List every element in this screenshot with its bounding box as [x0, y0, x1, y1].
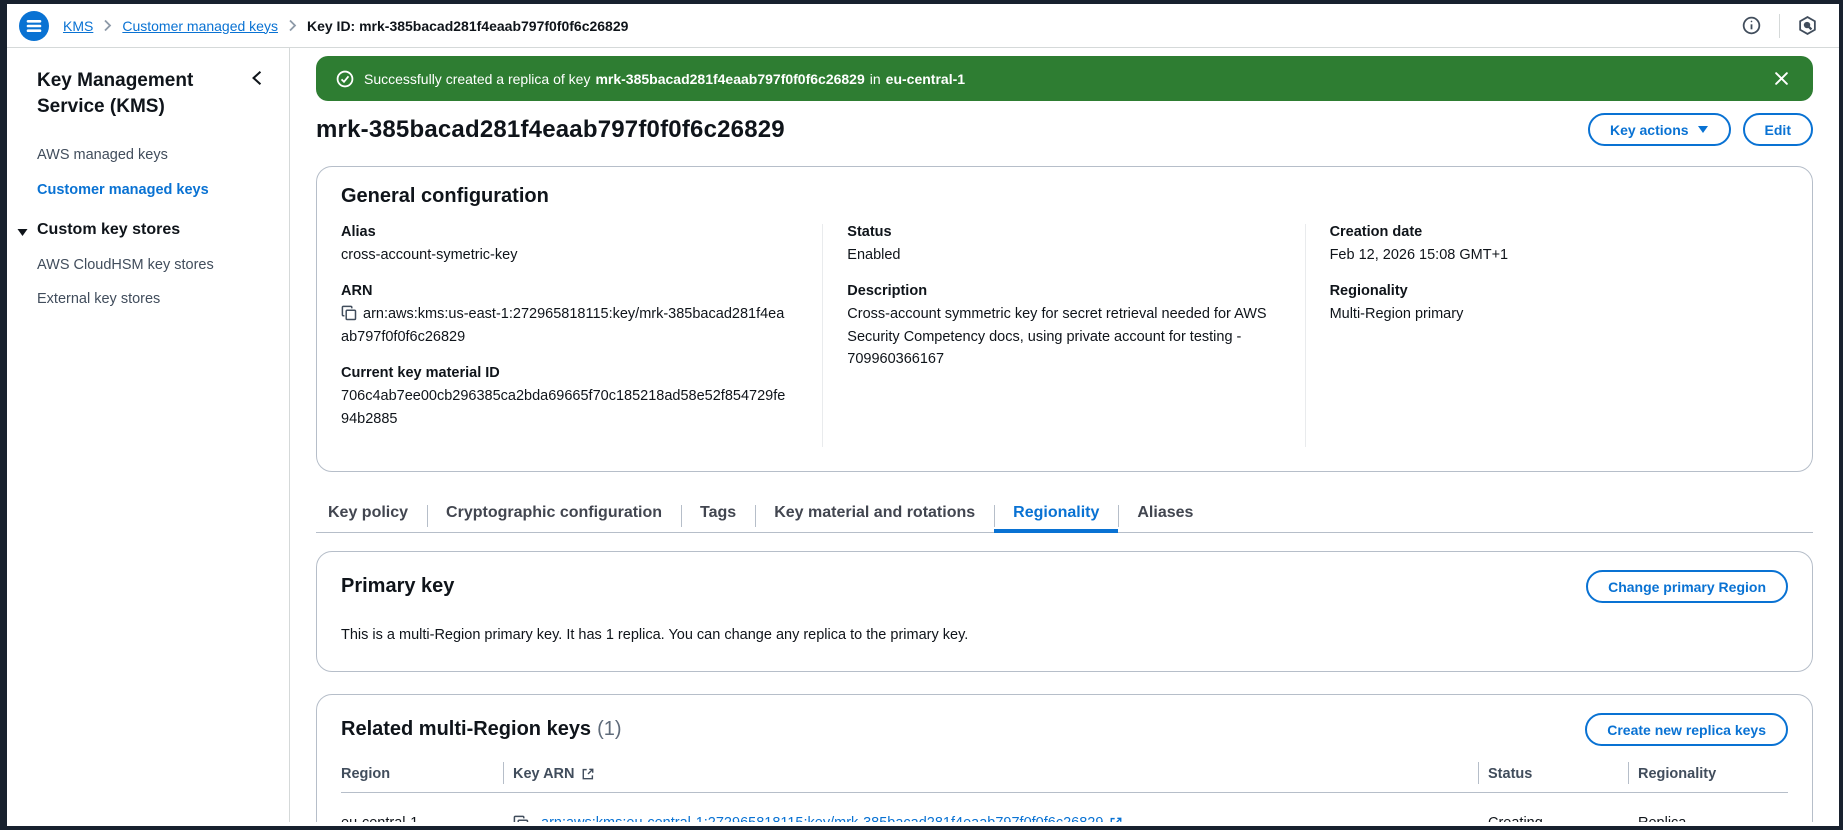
sidebar-item-customer-managed-keys[interactable]: Customer managed keys [37, 182, 265, 199]
tab-key-policy[interactable]: Key policy [316, 496, 427, 533]
regionality-value: Multi-Region primary [1329, 306, 1464, 323]
column-header-key-arn-label: Key ARN [513, 766, 575, 783]
tab-tags[interactable]: Tags [681, 496, 755, 533]
flash-region: eu-central-1 [885, 70, 966, 87]
arn-text: arn:aws:kms:us-east-1:272965818115:key/m… [341, 306, 785, 345]
column-header-status[interactable]: Status [1478, 758, 1628, 794]
column-header-regionality[interactable]: Regionality [1628, 758, 1788, 794]
creation-date-label: Creation date [1329, 224, 1423, 240]
flash-text-middle: in [869, 70, 881, 87]
sidebar-section-custom-key-stores[interactable]: Custom key stores [17, 221, 265, 239]
copy-icon[interactable] [513, 815, 529, 822]
tab-regionality[interactable]: Regionality [994, 496, 1119, 534]
flash-key-id: mrk-385bacad281f4eaab797f0f0f6c26829 [595, 70, 865, 87]
topbar-divider [1779, 13, 1780, 38]
key-material-label: Current key material ID [341, 365, 500, 382]
cell-status: Creating [1478, 793, 1628, 822]
alias-value: cross-account-symetric-key [341, 247, 518, 263]
arn-label: ARN [341, 283, 373, 300]
edit-label: Edit [1764, 121, 1791, 138]
sidebar-title: Key Management Service (KMS) [37, 70, 194, 117]
general-config-column-3: Creation date Feb 12, 2026 15:08 GMT+1 R… [1306, 224, 1788, 447]
column-header-region[interactable]: Region [341, 758, 503, 794]
alias-label: Alias [341, 224, 376, 240]
status-label: Status [847, 224, 892, 240]
cell-regionality: Replica [1628, 793, 1788, 822]
copy-icon[interactable] [341, 305, 357, 321]
status-value: Enabled [847, 247, 901, 263]
create-new-replica-keys-button[interactable]: Create new replica keys [1585, 713, 1788, 747]
general-configuration-panel: General configuration Alias cross-accoun… [316, 166, 1813, 473]
cell-region: eu-central-1 [341, 793, 503, 822]
tab-cryptographic-configuration[interactable]: Cryptographic configuration [427, 496, 681, 533]
description-label: Description [847, 283, 928, 300]
replica-key-arn-link[interactable]: arn:aws:kms:eu-central-1:272965818115:ke… [541, 815, 1103, 822]
key-actions-label: Key actions [1609, 121, 1689, 138]
chevron-right-icon [288, 19, 297, 32]
cell-key-arn: arn:aws:kms:eu-central-1:272965818115:ke… [503, 793, 1478, 822]
key-material-value: 706c4ab7ee00cb296385ca2bda69665f70c18521… [341, 388, 786, 427]
primary-key-panel: Primary key Change primary Region This i… [316, 551, 1813, 673]
top-navigation-bar: KMS Customer managed keys Key ID: mrk-38… [7, 4, 1839, 48]
breadcrumb-kms-link[interactable]: KMS [63, 18, 93, 34]
sidebar-collapse-icon[interactable] [249, 68, 265, 91]
flash-message: Successfully created a replica of key mr… [364, 71, 965, 87]
column-header-key-arn[interactable]: Key ARN [503, 758, 1478, 794]
hamburger-menu-icon[interactable] [19, 10, 49, 41]
side-navigation: Key Management Service (KMS) AWS managed… [7, 48, 290, 822]
sidebar-section-label: Custom key stores [37, 221, 181, 239]
general-config-column-1: Alias cross-account-symetric-key ARN arn… [341, 224, 824, 448]
edit-button[interactable]: Edit [1742, 113, 1813, 146]
change-primary-region-button[interactable]: Change primary Region [1586, 570, 1788, 604]
chevron-right-icon [103, 19, 112, 32]
description-value: Cross-account symmetric key for secret r… [847, 306, 1267, 368]
table-header-row: Region Key ARN Status Regionality [341, 758, 1788, 794]
arn-value: arn:aws:kms:us-east-1:272965818115:key/m… [341, 303, 791, 348]
flash-text-prefix: Successfully created a replica of key [364, 70, 591, 87]
external-link-icon [1110, 817, 1122, 822]
key-actions-button[interactable]: Key actions [1587, 113, 1731, 146]
success-flashbar: Successfully created a replica of key mr… [316, 56, 1813, 101]
amazon-q-icon[interactable] [1796, 14, 1819, 37]
related-keys-heading-text: Related multi-Region keys [341, 718, 592, 741]
related-keys-heading: Related multi-Region keys (1) [341, 718, 622, 741]
primary-key-description: This is a multi-Region primary key. It h… [341, 627, 969, 644]
external-link-icon [582, 768, 593, 780]
page-header: mrk-385bacad281f4eaab797f0f0f6c26829 Key… [316, 113, 1813, 146]
header-actions: Key actions Edit [1587, 113, 1813, 146]
sidebar-nav-list: AWS managed keys Customer managed keys C… [17, 147, 265, 309]
close-icon[interactable] [1770, 67, 1793, 90]
create-new-replica-keys-label: Create new replica keys [1607, 721, 1766, 738]
sidebar-item-aws-managed-keys[interactable]: AWS managed keys [37, 147, 265, 164]
caret-down-icon [1697, 126, 1708, 133]
general-configuration-heading: General configuration [341, 185, 549, 207]
breadcrumb-customer-managed-keys-link[interactable]: Customer managed keys [122, 18, 278, 34]
tab-aliases[interactable]: Aliases [1118, 496, 1212, 533]
related-multi-region-keys-panel: Related multi-Region keys (1) Create new … [316, 694, 1813, 822]
regionality-label: Regionality [1329, 283, 1408, 300]
topbar-utilities [1740, 13, 1819, 38]
change-primary-region-label: Change primary Region [1608, 578, 1766, 595]
success-check-icon [336, 70, 354, 88]
key-detail-tabs: Key policy Cryptographic configuration T… [316, 496, 1813, 534]
breadcrumb-current-key-id: Key ID: mrk-385bacad281f4eaab797f0f0f6c2… [306, 17, 629, 34]
main-content: Successfully created a replica of key mr… [290, 48, 1839, 822]
related-keys-count: (1) [597, 718, 622, 741]
breadcrumb: KMS Customer managed keys Key ID: mrk-38… [63, 18, 628, 34]
tab-key-material-and-rotations[interactable]: Key material and rotations [755, 496, 994, 533]
general-config-column-2: Status Enabled Description Cross-account… [823, 224, 1306, 448]
table-row: eu-central-1 arn:aws:kms:eu-central-1:27… [341, 793, 1788, 822]
sidebar-item-external-key-stores[interactable]: External key stores [37, 291, 265, 308]
primary-key-heading: Primary key [341, 575, 455, 598]
info-icon[interactable] [1740, 14, 1763, 37]
caret-down-icon [17, 224, 28, 242]
creation-date-value: Feb 12, 2026 15:08 GMT+1 [1329, 247, 1509, 263]
page-title: mrk-385bacad281f4eaab797f0f0f6c26829 [316, 115, 785, 143]
sidebar-item-cloudhsm-key-stores[interactable]: AWS CloudHSM key stores [37, 257, 265, 274]
related-keys-table: Region Key ARN Status Regionality e [341, 758, 1788, 822]
